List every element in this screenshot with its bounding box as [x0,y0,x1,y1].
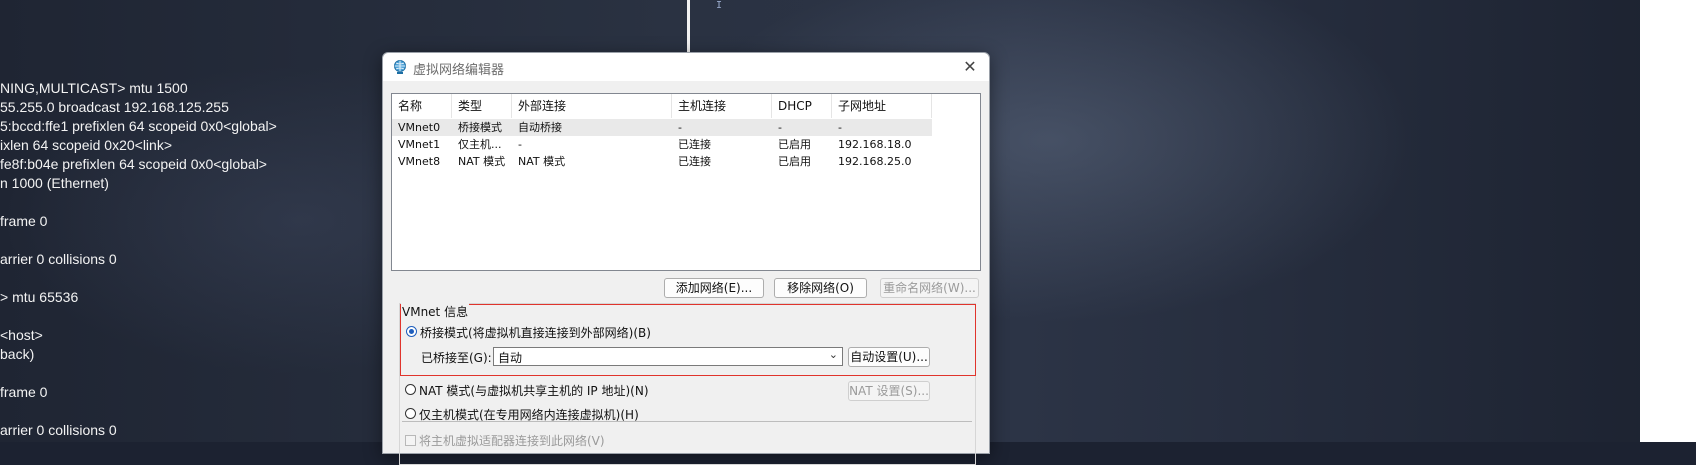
virtual-network-editor-dialog: 虚拟网络编辑器 ✕ 名称 类型 外部连接 主机连接 DHCP 子网地址 VMne… [382,52,990,465]
nat-settings-button[interactable]: NAT 设置(S)... [848,381,930,401]
terminal-line: back) [0,346,35,362]
column-header-name[interactable]: 名称 [392,94,452,118]
terminal-line: ixlen 64 scopeid 0x20<link> [0,137,173,153]
cell-external: NAT 模式 [518,155,566,168]
cell-subnet: 192.168.25.0 [838,155,912,168]
close-icon: ✕ [963,57,977,76]
terminal-line: > mtu 65536 [0,289,79,305]
column-header-external[interactable]: 外部连接 [512,94,672,118]
cell-host: - [678,121,682,134]
network-globe-icon [394,60,406,74]
text-cursor-icon: I [716,0,723,11]
cell-name: VMnet8 [398,155,441,168]
auto-settings-button[interactable]: 自动设置(U)... [848,347,930,367]
cell-dhcp: 已启用 [778,155,811,168]
bridged-to-label: 已桥接至(G): [421,351,492,365]
adjacent-window-edge [1640,0,1696,442]
column-header-type[interactable]: 类型 [452,94,512,118]
dialog-titlebar[interactable]: 虚拟网络编辑器 ✕ [383,53,989,81]
cell-dhcp: - [778,121,782,134]
close-button[interactable]: ✕ [957,55,983,79]
cell-host: 已连接 [678,155,711,168]
cell-host: 已连接 [678,138,711,151]
cell-name: VMnet1 [398,138,441,151]
table-row[interactable]: VMnet8 NAT 模式 NAT 模式 已连接 已启用 192.168.25.… [392,153,932,170]
dialog-title: 虚拟网络编辑器 [413,63,505,78]
table-row[interactable]: VMnet0 桥接模式 自动桥接 - - - [392,119,932,136]
bridge-mode-label[interactable]: 桥接模式(将虚拟机直接连接到外部网络)(B) [420,324,651,341]
window-edge-line [687,0,690,52]
terminal-line: NING,MULTICAST> mtu 1500 [0,80,188,96]
terminal-line: arrier 0 collisions 0 [0,251,117,267]
network-list[interactable]: 名称 类型 外部连接 主机连接 DHCP 子网地址 VMnet0 桥接模式 自动… [391,93,981,271]
terminal-line: frame 0 [0,384,48,400]
vmnet-info-title: VMnet 信息 [401,303,470,320]
nat-mode-radio[interactable] [405,384,416,395]
terminal-line: n 1000 (Ethernet) [0,175,109,191]
bridge-mode-radio[interactable] [406,326,417,337]
cell-dhcp: 已启用 [778,138,811,151]
connect-adapter-label[interactable]: 将主机虚拟适配器连接到此网络(V) [419,432,605,449]
terminal-line: frame 0 [0,213,48,229]
connect-adapter-checkbox[interactable] [405,435,416,446]
add-network-button[interactable]: 添加网络(E)... [664,278,764,298]
bridged-to-value: 自动 [498,351,523,365]
nat-mode-label[interactable]: NAT 模式(与虚拟机共享主机的 IP 地址)(N) [419,382,649,399]
remove-network-button[interactable]: 移除网络(O) [774,278,867,298]
terminal-line: 55.255.0 broadcast 192.168.125.255 [0,99,229,115]
column-header-dhcp[interactable]: DHCP [772,94,832,118]
host-only-mode-radio[interactable] [405,408,416,419]
cell-type: 仅主机... [458,138,502,151]
rename-network-button[interactable]: 重命名网络(W)... [880,278,979,298]
terminal-line: arrier 0 collisions 0 [0,422,117,438]
terminal-line: <host> [0,327,43,343]
cell-external: 自动桥接 [518,121,562,134]
separator [402,421,972,422]
bridged-to-select[interactable]: 自动 ⌄ [493,347,843,366]
table-row[interactable]: VMnet1 仅主机... - 已连接 已启用 192.168.18.0 [392,136,932,153]
terminal-line: 5:bccd:ffe1 prefixlen 64 scopeid 0x0<glo… [0,118,277,134]
cell-type: 桥接模式 [458,121,502,134]
chevron-down-icon: ⌄ [828,348,838,361]
column-header-host[interactable]: 主机连接 [672,94,772,118]
column-header-subnet[interactable]: 子网地址 [832,94,932,118]
cell-type: NAT 模式 [458,155,506,168]
terminal-line: fe8f:b04e prefixlen 64 scopeid 0x0<globa… [0,156,267,172]
cell-external: - [518,138,522,151]
cell-subnet: 192.168.18.0 [838,138,912,151]
cell-subnet: - [838,121,842,134]
cell-name: VMnet0 [398,121,441,134]
